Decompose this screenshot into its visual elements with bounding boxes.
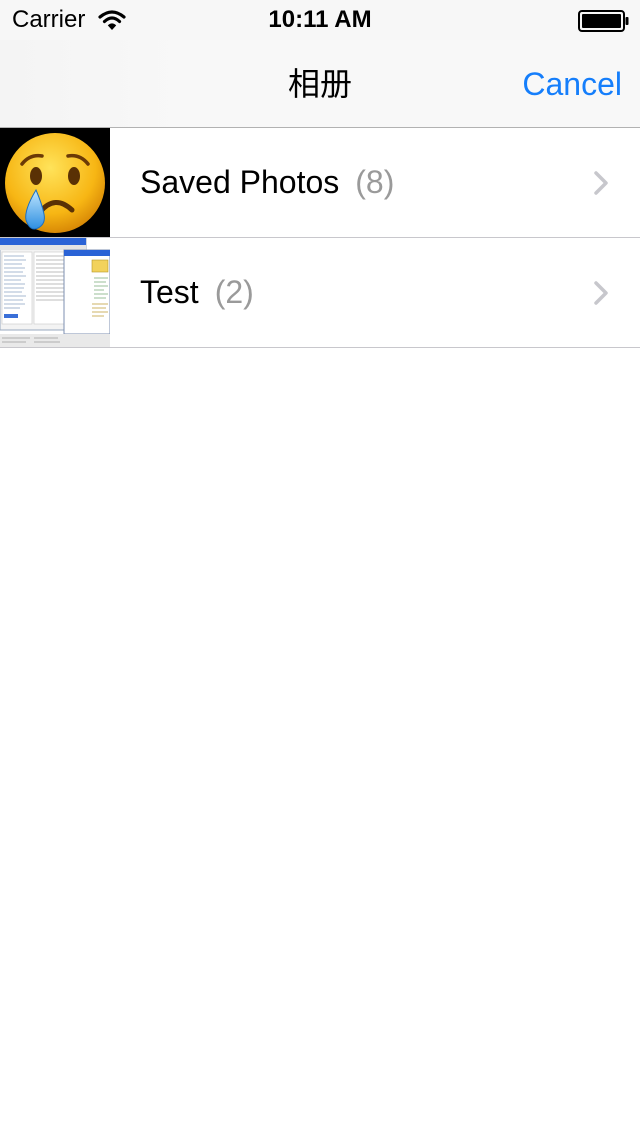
battery-icon <box>578 10 629 32</box>
status-time: 10:11 AM <box>268 6 372 33</box>
album-name-text: Test <box>140 274 199 310</box>
crying-face-icon <box>0 128 110 237</box>
album-title: Test (2) <box>140 273 254 311</box>
crying-face-thumbnail <box>0 128 110 237</box>
cancel-button[interactable]: Cancel <box>522 66 622 102</box>
chevron-right-icon <box>594 171 608 195</box>
album-count: (2) <box>214 274 254 310</box>
album-row-test[interactable]: Test (2) <box>0 238 640 348</box>
album-name-text: Saved Photos <box>140 164 340 200</box>
album-row-saved-photos[interactable]: Saved Photos (8) <box>0 128 640 238</box>
nav-bar: 相册 Cancel <box>0 40 640 128</box>
album-title: Saved Photos (8) <box>140 163 394 201</box>
album-list: Saved Photos (8) Test (2) <box>0 128 640 348</box>
chevron-right-icon <box>594 281 608 305</box>
screenshot-thumbnail <box>0 238 110 347</box>
album-count: (8) <box>355 164 395 200</box>
screenshot-icon <box>0 238 110 347</box>
status-bar: Carrier 10:11 AM <box>0 0 640 40</box>
